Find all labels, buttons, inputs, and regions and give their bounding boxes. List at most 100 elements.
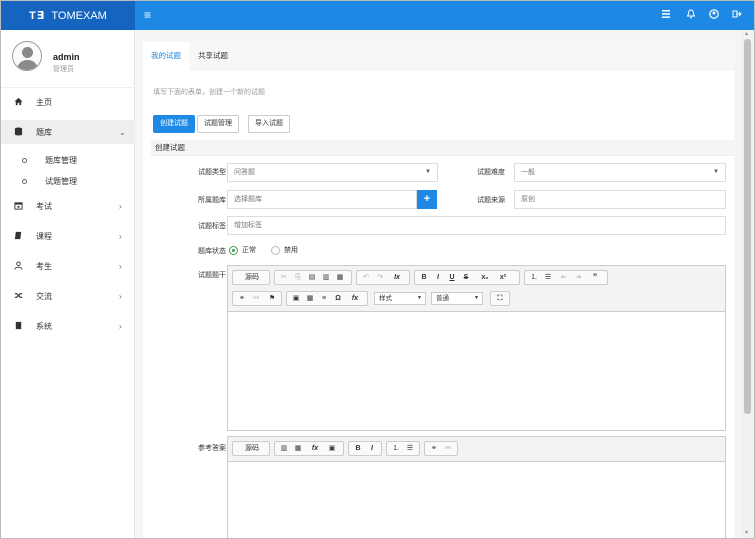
user-circle-icon[interactable] — [709, 9, 719, 23]
source-button-label: 源码 — [245, 274, 259, 281]
sidebar-item-question-bank[interactable]: 题库 ⌄ — [1, 120, 135, 144]
difficulty-select[interactable]: 一般 ▼ — [514, 163, 726, 182]
superscript-icon[interactable]: x² — [496, 271, 510, 284]
tab-shared-questions[interactable]: 共享试题 — [190, 42, 236, 70]
caret-down-icon: ▼ — [474, 295, 479, 301]
scroll-up-icon[interactable]: ▲ — [744, 31, 749, 37]
sidebar-subitem-question-manage[interactable]: 试题管理 — [1, 171, 135, 191]
tab-bar: 我的试题 共享试题 — [143, 42, 734, 70]
bullet-list-icon[interactable]: ☰ — [404, 442, 416, 455]
anchor-flag-icon[interactable]: ⚑ — [266, 292, 278, 305]
brand-logo: T∃ — [29, 10, 46, 22]
link-icon[interactable]: ⚭ — [236, 292, 248, 305]
cut-icon[interactable]: ✂ — [278, 271, 290, 284]
paste-word-icon[interactable]: ▦ — [334, 271, 346, 284]
question-type-value: 问答题 — [234, 169, 255, 176]
copy-icon[interactable]: ⎘ — [292, 271, 304, 284]
tag-input[interactable]: 增加标签 — [227, 216, 726, 235]
radio-checked-icon — [229, 245, 238, 255]
brand[interactable]: T∃ TOMEXAM — [1, 1, 135, 30]
formula-icon[interactable]: fx — [348, 292, 362, 305]
paste-text-icon[interactable]: ▥ — [278, 442, 290, 455]
maximize-button[interactable]: ⛶ — [490, 291, 510, 306]
radio-unchecked-icon — [271, 245, 280, 255]
sidebar-item-label: 考生 — [36, 261, 52, 271]
sidebar-item-home[interactable]: 主页 — [1, 90, 135, 114]
status-normal-radio[interactable]: 正常 — [229, 245, 256, 255]
sidebar-subitem-bank-manage[interactable]: 题库管理 — [1, 150, 135, 170]
paste-text-icon[interactable]: ▥ — [320, 271, 332, 284]
bullet-list-icon[interactable]: ☰ — [542, 271, 554, 284]
blockquote-icon[interactable]: ” — [588, 271, 602, 284]
sidebar-item-system[interactable]: 系统 › — [1, 314, 135, 338]
sidebar-item-exam[interactable]: 考试 › — [1, 194, 135, 218]
italic-icon[interactable]: I — [366, 442, 378, 455]
undo-icon[interactable]: ↶ — [360, 271, 372, 284]
scroll-down-icon[interactable]: ▼ — [744, 530, 749, 536]
source-input[interactable]: 原创 — [514, 190, 726, 209]
app-window: T∃ TOMEXAM ≡ admin 管理员 主页 题库 ⌄ 题库管理 试题管理… — [0, 0, 755, 539]
sidebar-item-examinee[interactable]: 考生 › — [1, 254, 135, 278]
source-button[interactable]: 源码 — [232, 270, 270, 285]
paste-icon[interactable]: ▤ — [306, 271, 318, 284]
link-icon[interactable]: ⚭ — [428, 442, 440, 455]
scrollbar-thumb[interactable] — [744, 39, 751, 414]
sidebar-item-label: 交流 — [36, 291, 52, 301]
question-type-select[interactable]: 问答题 ▼ — [227, 163, 438, 182]
sidebar-item-label: 考试 — [36, 201, 52, 211]
status-disabled-radio[interactable]: 禁用 — [271, 245, 298, 255]
tab-my-questions[interactable]: 我的试题 — [143, 42, 189, 70]
answer-editor-toolbar: 源码 ▥ ▦ fx ▣ B I ⒈ ☰ ⚭ ⚯ — [228, 437, 725, 462]
numbered-list-icon[interactable]: ⒈ — [390, 442, 402, 455]
add-bank-button[interactable]: + — [417, 190, 437, 209]
avatar[interactable] — [12, 41, 42, 71]
indent-icon[interactable]: ⇥ — [572, 271, 584, 284]
paste-word-icon[interactable]: ▦ — [292, 442, 304, 455]
import-question-button[interactable]: 导入试题 — [248, 115, 290, 133]
logout-icon[interactable] — [732, 9, 742, 23]
horizontal-line-icon[interactable]: ≡ — [318, 292, 330, 305]
stem-editor-content[interactable] — [228, 312, 725, 430]
tag-placeholder: 增加标签 — [234, 222, 262, 229]
sidebar: admin 管理员 主页 题库 ⌄ 题库管理 试题管理 考试 › 课程 › 考生… — [1, 30, 135, 538]
unlink-icon[interactable]: ⚯ — [442, 442, 454, 455]
list-icon[interactable] — [661, 9, 671, 23]
tag-label: 试题标签 — [198, 223, 226, 230]
section-title: 创建试题 — [151, 140, 734, 156]
bold-icon[interactable]: B — [352, 442, 364, 455]
unlink-icon[interactable]: ⚯ — [250, 292, 262, 305]
answer-edit-group: ▥ ▦ fx ▣ — [274, 441, 344, 456]
create-question-button[interactable]: 创建试题 — [153, 115, 195, 133]
outdent-icon[interactable]: ⇤ — [558, 271, 570, 284]
format-select[interactable]: 普通 ▼ — [431, 292, 483, 305]
bank-input[interactable]: 选择题库 — [227, 190, 417, 209]
person-icon — [13, 260, 23, 272]
answer-editor: 源码 ▥ ▦ fx ▣ B I ⒈ ☰ ⚭ ⚯ — [227, 436, 726, 538]
image-icon[interactable]: ▣ — [326, 442, 338, 455]
subscript-icon[interactable]: x₂ — [478, 271, 492, 284]
special-char-icon[interactable]: Ω — [332, 292, 344, 305]
bell-icon[interactable] — [686, 9, 696, 23]
underline-icon[interactable]: U — [446, 271, 458, 284]
bold-icon[interactable]: B — [418, 271, 430, 284]
question-manage-button[interactable]: 试题管理 — [197, 115, 239, 133]
link-group: ⚭ ⚯ ⚑ — [232, 291, 282, 306]
image-icon[interactable]: ▣ — [290, 292, 302, 305]
user-name: admin — [53, 52, 80, 62]
style-select[interactable]: 样式 ▼ — [374, 292, 426, 305]
redo-icon[interactable]: ↷ — [374, 271, 386, 284]
table-icon[interactable]: ▦ — [304, 292, 316, 305]
menu-toggle-icon[interactable]: ≡ — [144, 8, 151, 22]
page-scrollbar[interactable]: ▲ ▼ — [741, 30, 754, 538]
top-navbar: T∃ TOMEXAM ≡ — [1, 1, 754, 30]
answer-editor-content[interactable] — [228, 462, 725, 538]
strike-icon[interactable]: S — [460, 271, 472, 284]
home-icon — [13, 97, 23, 108]
sidebar-item-course[interactable]: 课程 › — [1, 224, 135, 248]
formula-icon[interactable]: fx — [308, 442, 322, 455]
numbered-list-icon[interactable]: ⒈ — [528, 271, 540, 284]
answer-source-button[interactable]: 源码 — [232, 441, 270, 456]
remove-format-icon[interactable]: Ix — [390, 271, 404, 284]
italic-icon[interactable]: I — [432, 271, 444, 284]
sidebar-item-communication[interactable]: 交流 › — [1, 284, 135, 308]
